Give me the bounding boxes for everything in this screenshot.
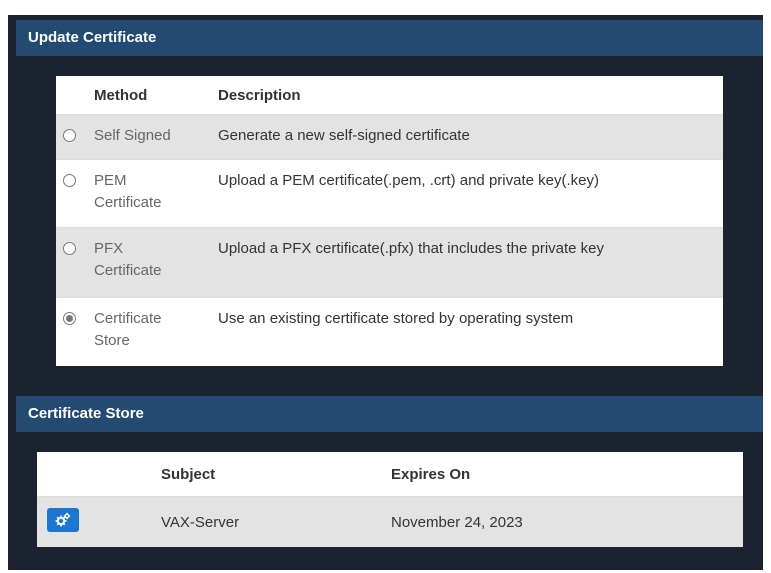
method-description: Upload a PFX certificate(.pfx) that incl…: [218, 240, 605, 257]
method-row-pem[interactable]: PEM Certificate Upload a PEM certificate…: [56, 159, 723, 228]
method-row-self-signed[interactable]: Self Signed Generate a new self-signed c…: [56, 114, 723, 160]
method-label: PFX Certificate: [94, 240, 162, 279]
action-column-header: [37, 452, 161, 497]
update-certificate-header: Update Certificate: [16, 20, 763, 56]
subject-cell: VAX-Server: [161, 513, 240, 531]
method-label: PEM Certificate: [94, 172, 162, 211]
table-row[interactable]: VAX-Server November 24, 2023: [37, 496, 743, 547]
method-table: Method Description Self Signed Generate …: [56, 76, 723, 366]
method-row-certificate-store[interactable]: Certificate Store Use an existing certif…: [56, 297, 723, 366]
method-label: Certificate Store: [94, 310, 162, 349]
method-description: Upload a PEM certificate(.pem, .crt) and…: [218, 172, 599, 189]
expires-column-header: Expires On: [391, 465, 471, 483]
method-radio-self-signed[interactable]: [63, 129, 76, 142]
certificate-store-header: Certificate Store: [16, 396, 763, 432]
method-description: Generate a new self-signed certificate: [218, 127, 470, 144]
expires-cell: November 24, 2023: [391, 513, 523, 531]
description-column-header: Description: [218, 86, 301, 104]
method-radio-pfx[interactable]: [63, 242, 76, 255]
gears-icon: [55, 512, 71, 527]
select-certificate-button[interactable]: [47, 508, 79, 532]
method-description: Use an existing certificate stored by op…: [218, 310, 574, 327]
method-row-pfx[interactable]: PFX Certificate Upload a PFX certificate…: [56, 227, 723, 298]
method-label: Self Signed: [94, 127, 171, 144]
method-radio-pem[interactable]: [63, 174, 76, 187]
subject-column-header: Subject: [161, 465, 216, 483]
method-column-header: Method: [94, 86, 148, 104]
store-table-header-row: Subject Expires On: [37, 452, 743, 497]
certificate-store-table: Subject Expires On VAX-Server November 2…: [37, 452, 743, 547]
radio-column-header: [56, 76, 94, 115]
method-table-header-row: Method Description: [56, 76, 723, 115]
method-radio-certificate-store[interactable]: [63, 312, 76, 325]
